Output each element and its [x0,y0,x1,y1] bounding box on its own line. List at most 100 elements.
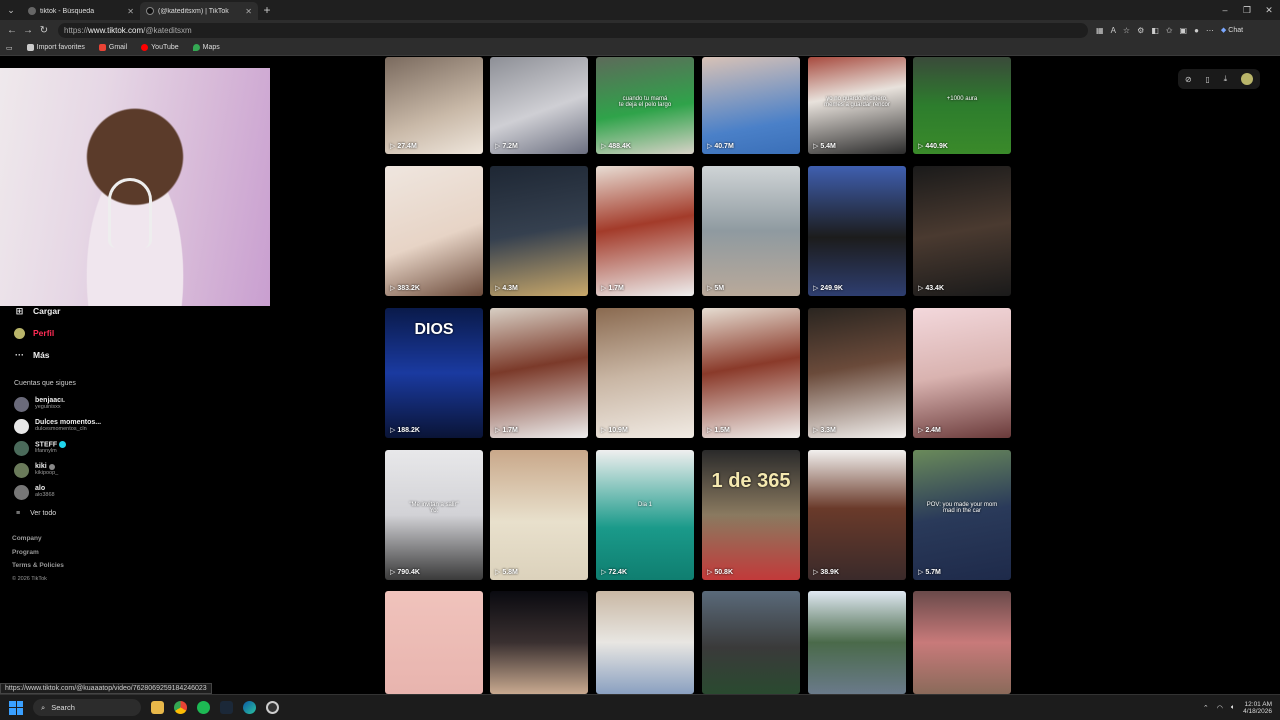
compass-icon[interactable]: ⊘ [1185,75,1192,84]
clock[interactable]: 12:01 AM 4/18/2026 [1243,701,1272,716]
system-tray: ⌃ ◠ 🔈︎ 12:01 AM 4/18/2026 [1203,695,1272,720]
spotify-icon[interactable] [197,701,210,714]
refresh-icon[interactable]: ↻ [36,25,52,36]
video-thumbnail[interactable] [808,591,906,694]
video-thumbnail[interactable]: ▷ 383.2K [385,166,483,296]
video-thumbnail[interactable]: ▷ 3.3M [808,308,906,438]
profile-avatar-icon[interactable]: ● [1194,26,1199,35]
tab-search[interactable]: tiktok - Búsqueda ✕ [22,2,140,20]
back-arrow-icon[interactable]: ← [4,25,20,36]
video-thumbnail[interactable]: cuando tu mamá te deja el pelo largo ▷ 48… [596,57,694,154]
copilot-chat-button[interactable]: ◆ Chat [1221,26,1243,34]
video-thumbnail[interactable]: ▷ 40.7M [702,57,800,154]
tab-actions-menu[interactable]: ⌄ [0,0,22,20]
extensions-icon[interactable]: ⚙ [1137,26,1144,35]
video-thumbnail[interactable]: ▷ 10.9M [596,308,694,438]
nav-label: Más [33,350,50,360]
video-thumbnail[interactable] [596,591,694,694]
account-handle: yeguinisxx [35,403,61,410]
bookmarks-menu-icon[interactable]: ▭ [6,44,13,52]
bookmark-import[interactable]: Import favorites [26,44,85,51]
download-icon[interactable]: ⤓ [1224,74,1228,84]
chat-label: Chat [1228,27,1244,34]
view-count: ▷ 1.7M [601,284,624,292]
video-thumbnail[interactable]: ▷ 2.4M [913,308,1011,438]
settings-more-icon[interactable]: ⋯ [1206,26,1214,35]
video-thumbnail[interactable]: ▷ 43.4K [913,166,1011,296]
phone-icon[interactable]: ▯ [1205,75,1209,84]
video-thumbnail[interactable]: DIOS ▷ 188.2K [385,308,483,438]
footer-link-company[interactable]: Company [12,535,120,549]
tab-tiktok-profile[interactable]: (@kateditsxm) | TikTok ✕ [140,2,258,20]
following-title: Cuentas que sigues [14,380,76,387]
following-account[interactable]: kiki kikipoop_ [0,459,120,481]
video-thumbnail[interactable]: ▷ 5M [702,166,800,296]
thumbnail-caption: POV: you made your mom mad in the car [926,502,998,514]
obs-icon[interactable] [266,701,279,714]
favorite-star-icon[interactable]: ☆ [1123,26,1130,35]
video-thumbnail[interactable]: +1000 aura ▷ 440.9K [913,57,1011,154]
video-thumbnail[interactable]: ▷ 1.7M [596,166,694,296]
edge-icon[interactable] [243,701,256,714]
volume-icon[interactable]: 🔈︎ [1231,704,1235,712]
following-account[interactable]: alo alo3868 [0,481,120,503]
account-handle: lifannylm [35,447,57,454]
video-thumbnail[interactable]: ▷ 7.2M [490,57,588,154]
browser-titlebar: ⌄ tiktok - Búsqueda ✕ (@kateditsxm) | Ti… [0,0,1280,20]
video-thumbnail[interactable]: Dia 1 ▷ 72.4K [596,450,694,580]
following-account[interactable]: benjaacı. yeguinisxx [0,393,120,415]
nav-label: Perfil [33,328,55,338]
minimize-button[interactable]: – [1214,0,1236,20]
video-thumbnail[interactable]: ▷ 1.5M [702,308,800,438]
read-aloud-icon[interactable]: A [1111,26,1116,35]
video-thumbnail[interactable]: ▷ 1.7M [490,308,588,438]
video-thumbnail[interactable] [490,591,588,694]
following-account[interactable]: Dulces momentos... dulcesmomentos_cln [0,415,120,437]
forward-arrow-icon[interactable]: → [20,25,36,36]
video-thumbnail[interactable]: ▷ 5.8M [490,450,588,580]
nav-more[interactable]: ··· Más [0,344,120,366]
chevron-up-icon[interactable]: ⌃ [1203,704,1209,712]
url-input[interactable]: https://www.tiktok.com/@kateditsxm [58,22,1088,38]
close-tab-icon[interactable]: ✕ [245,7,252,16]
chrome-icon[interactable] [174,701,187,714]
bookmarks-bar: ▭ Import favorites Gmail YouTube Maps [0,40,1280,56]
video-thumbnail[interactable]: ▷ 38.9K [808,450,906,580]
video-thumbnail[interactable] [702,591,800,694]
video-thumbnail[interactable]: ▷ 4.3M [490,166,588,296]
video-thumbnail[interactable]: 1 de 365 ▷ 50.8K [702,450,800,580]
bookmark-maps[interactable]: Maps [192,44,220,51]
footer-link-program[interactable]: Program [12,549,120,563]
bookmark-youtube[interactable]: YouTube [141,44,179,51]
video-thumbnail[interactable]: ▷ 27.4M [385,57,483,154]
file-explorer-icon[interactable] [151,701,164,714]
user-avatar-icon[interactable] [1241,73,1254,85]
close-window-button[interactable]: ✕ [1258,0,1280,20]
search-icon: ⌕ [41,702,46,712]
view-count-value: 5.8M [502,569,518,576]
bookmark-gmail[interactable]: Gmail [98,44,127,51]
network-icon[interactable]: ◠ [1217,704,1223,712]
nav-profile[interactable]: Perfil [0,322,120,344]
taskbar-search[interactable]: ⌕ Search [33,699,141,716]
video-thumbnail[interactable] [913,591,1011,694]
headset-icon [108,178,152,248]
following-account[interactable]: STEFF lifannylm [0,437,120,459]
video-thumbnail[interactable]: ▷ 249.9K [808,166,906,296]
video-thumbnail[interactable]: POV: you made your mom mad in the car ▷ 5… [913,450,1011,580]
video-thumbnail[interactable]: yo no guardo el dinero, memes a guardar … [808,57,906,154]
footer-link-terms[interactable]: Terms & Policies [12,562,120,576]
bookmark-label: Maps [202,44,220,51]
start-button[interactable] [9,700,23,715]
see-all-following[interactable]: ≡ Ver todo [0,503,120,523]
video-thumbnail[interactable]: "Me invitan a salir" Yo: ▷ 790.4K [385,450,483,580]
collections-icon[interactable]: ▣ [1180,26,1188,35]
restore-button[interactable]: ❐ [1236,0,1258,20]
split-screen-icon[interactable]: ◧ [1151,26,1159,35]
video-thumbnail[interactable] [385,591,483,694]
close-tab-icon[interactable]: ✕ [127,7,134,16]
app-grid-icon[interactable]: ▦ [1096,26,1104,35]
new-tab-button[interactable]: + [258,3,276,17]
steam-icon[interactable] [220,701,233,714]
favorites-icon[interactable]: ✩ [1166,26,1173,35]
